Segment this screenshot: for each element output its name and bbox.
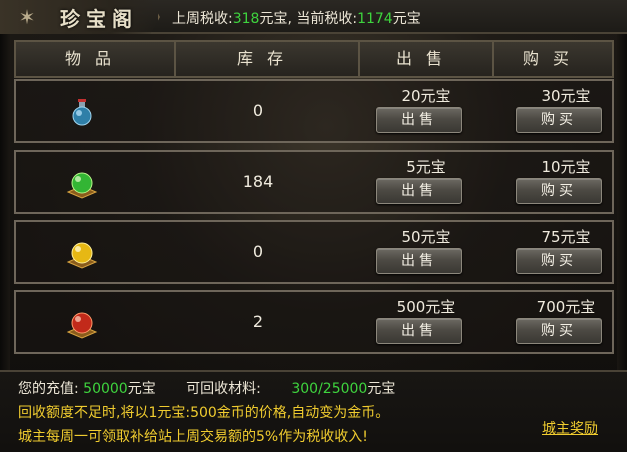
- buy-price: 30元宝: [541, 87, 591, 105]
- sell-price: 20元宝: [401, 87, 451, 105]
- last-week-tax-unit: 元宝,: [259, 11, 292, 27]
- material-unit: 元宝: [367, 381, 396, 397]
- footer-info: 您的充值: 50000元宝 可回收材料: 300/25000元宝 回收额度不足时…: [0, 370, 627, 452]
- current-tax-label: 当前税收:: [296, 11, 358, 27]
- recharge-unit: 元宝: [127, 381, 156, 397]
- left-border: [0, 34, 10, 370]
- stock-value: 2: [252, 312, 264, 331]
- current-tax-value: 1174: [357, 11, 393, 27]
- header-stock: 库存: [176, 42, 360, 76]
- table-row: 2 500元宝 700元宝 出售 购买: [14, 290, 614, 354]
- buy-price: 10元宝: [541, 158, 591, 176]
- buy-price: 75元宝: [541, 228, 591, 246]
- table-row: 184 5元宝 10元宝 出售 购买: [14, 150, 614, 214]
- sell-price: 50元宝: [401, 228, 451, 246]
- header-sell: 出售: [360, 42, 494, 76]
- table-row: 0 20元宝 30元宝 出售 购买: [14, 79, 614, 143]
- sell-button[interactable]: 出售: [376, 248, 462, 274]
- material-value: 300/25000: [291, 381, 368, 397]
- sell-button[interactable]: 出售: [376, 318, 462, 344]
- buy-button[interactable]: 购买: [516, 318, 602, 344]
- recharge-line: 您的充值: 50000元宝 可回收材料: 300/25000元宝: [18, 378, 395, 398]
- sell-price: 500元宝: [396, 298, 456, 316]
- header-item: 物品: [16, 42, 176, 76]
- treasure-pavilion-panel: ✶ 珍宝阁 上周税收:318元宝, 当前税收:1174元宝 物品 库存 出售 购…: [0, 0, 627, 452]
- current-tax-unit: 元宝: [392, 11, 421, 27]
- recharge-value: 50000: [83, 381, 128, 397]
- buy-button[interactable]: 购买: [516, 178, 602, 204]
- stock-value: 0: [252, 101, 264, 120]
- green-orb-icon[interactable]: [64, 166, 100, 202]
- last-week-tax-label: 上周税收:: [172, 11, 233, 27]
- page-title: 珍宝阁: [60, 7, 138, 31]
- last-week-tax-value: 318: [232, 11, 260, 27]
- buy-button[interactable]: 购买: [516, 248, 602, 274]
- tax-notice: 城主每周一可领取补给站上周交易额的5%作为税收收入!: [18, 429, 368, 445]
- stock-value: 184: [242, 172, 274, 191]
- sell-button[interactable]: 出售: [376, 178, 462, 204]
- header-buy: 购买: [522, 49, 583, 68]
- title-bar: ✶ 珍宝阁 上周税收:318元宝, 当前税收:1174元宝: [0, 0, 627, 34]
- dragon-emblem-icon: ✶: [18, 5, 36, 29]
- tax-summary: 上周税收:318元宝, 当前税收:1174元宝: [172, 8, 421, 28]
- recycle-notice: 回收额度不足时,将以1元宝:500金币的价格,自动变为金币。: [18, 405, 390, 421]
- right-border: [617, 34, 627, 370]
- table-header: 物品 库存 出售 购买: [14, 40, 614, 78]
- lord-reward-link[interactable]: 城主奖励: [542, 418, 598, 438]
- recharge-label: 您的充值:: [18, 381, 79, 397]
- buy-price: 700元宝: [536, 298, 596, 316]
- buy-button[interactable]: 购买: [516, 107, 602, 133]
- table-row: 0 50元宝 75元宝 出售 购买: [14, 220, 614, 284]
- sell-price: 5元宝: [406, 158, 446, 176]
- red-orb-icon[interactable]: [64, 306, 100, 342]
- sell-button[interactable]: 出售: [376, 107, 462, 133]
- yellow-orb-icon[interactable]: [64, 236, 100, 272]
- material-label: 可回收材料:: [186, 381, 261, 397]
- stock-value: 0: [252, 242, 264, 261]
- blue-potion-icon[interactable]: [64, 95, 100, 131]
